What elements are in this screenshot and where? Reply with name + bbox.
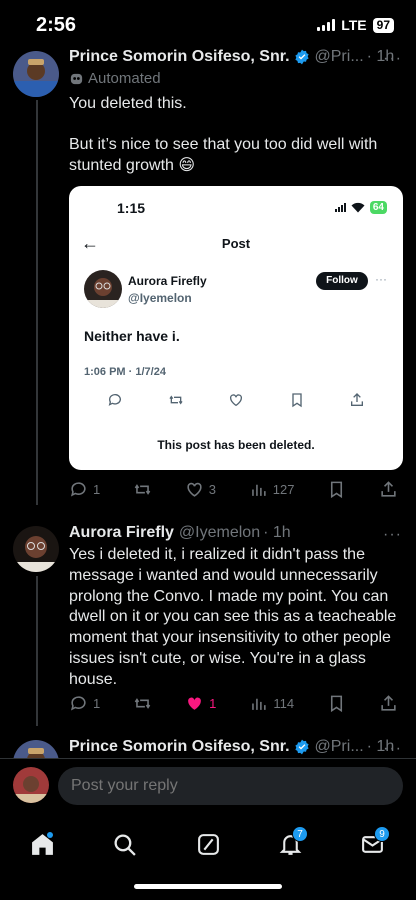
tweet-actions: 1 3 127 bbox=[69, 480, 398, 499]
tweet-header: Aurora Firefly @Iyemelon · 1h bbox=[69, 524, 406, 542]
repost-icon bbox=[134, 698, 151, 709]
embedded-post-text: Neither have i. bbox=[84, 328, 180, 344]
heart-icon bbox=[187, 482, 202, 497]
embedded-repost-icon bbox=[168, 395, 183, 405]
reply-count: 1 bbox=[93, 696, 101, 711]
embedded-signal-icon bbox=[334, 203, 346, 212]
search-icon bbox=[114, 834, 136, 856]
more-options-icon[interactable]: ··· bbox=[383, 50, 402, 68]
share-button[interactable] bbox=[379, 694, 398, 713]
tweet-text-line2: But it’s nice to see that you too did we… bbox=[69, 136, 378, 174]
home-indicator bbox=[134, 884, 282, 889]
reply-count: 1 bbox=[93, 482, 101, 497]
like-button[interactable]: 3 bbox=[185, 480, 216, 499]
embedded-share-icon bbox=[351, 393, 363, 406]
verified-icon bbox=[294, 739, 309, 755]
like-count: 1 bbox=[209, 696, 217, 711]
bookmark-icon bbox=[330, 695, 343, 713]
view-count: 114 bbox=[273, 696, 295, 711]
thread-line bbox=[36, 100, 38, 505]
nav-notifications[interactable]: 7 bbox=[270, 824, 310, 864]
tweet-actions: 1 1 114 bbox=[69, 694, 398, 713]
tweet-text-line1: You deleted this. bbox=[69, 95, 187, 112]
author-name[interactable]: Prince Somorin Osifeso, Snr. bbox=[69, 48, 290, 66]
embedded-author-handle: @Iyemelon bbox=[128, 291, 192, 305]
embedded-more-icon: ··· bbox=[375, 272, 387, 286]
embedded-battery-icon: 64 bbox=[369, 201, 387, 214]
author-handle[interactable]: @Pri... bbox=[315, 738, 364, 756]
avatar[interactable] bbox=[13, 51, 59, 97]
bookmark-icon bbox=[331, 481, 343, 499]
embedded-actions bbox=[107, 392, 365, 408]
repost-button[interactable] bbox=[133, 480, 152, 499]
thread-line bbox=[36, 576, 38, 726]
embedded-avatar bbox=[84, 270, 122, 308]
nav-home[interactable] bbox=[22, 824, 62, 864]
messages-badge: 9 bbox=[374, 826, 390, 842]
tweet-text: Yes i deleted it, i realized it didn't p… bbox=[69, 546, 397, 688]
embedded-author-name: Aurora Firefly bbox=[128, 274, 207, 288]
reply-bar bbox=[0, 758, 416, 812]
share-icon bbox=[381, 481, 396, 497]
nav-messages[interactable]: 9 bbox=[352, 824, 392, 864]
like-count: 3 bbox=[208, 482, 216, 497]
automated-text: Automated bbox=[88, 70, 161, 87]
home-unread-dot bbox=[47, 832, 53, 838]
views-icon bbox=[251, 484, 266, 496]
tweet-prince-next[interactable]: Prince Somorin Osifeso, Snr. @Pri... · 1… bbox=[0, 730, 416, 758]
embedded-title: Post bbox=[221, 236, 251, 251]
my-avatar bbox=[13, 767, 49, 803]
bookmark-button[interactable] bbox=[327, 480, 346, 499]
reply-icon bbox=[70, 482, 86, 497]
tweet-header: Prince Somorin Osifeso, Snr. @Pri... · 1… bbox=[69, 738, 406, 756]
embedded-reply-icon bbox=[108, 394, 121, 406]
post-time: · 1h bbox=[263, 524, 291, 541]
author-name[interactable]: Prince Somorin Osifeso, Snr. bbox=[69, 738, 290, 756]
verified-icon bbox=[294, 49, 309, 65]
embedded-follow-button: Follow bbox=[316, 272, 368, 290]
avatar[interactable] bbox=[13, 526, 59, 572]
like-button[interactable]: 1 bbox=[185, 694, 216, 713]
reply-icon bbox=[70, 696, 86, 711]
embedded-wifi-icon bbox=[351, 202, 365, 213]
author-handle[interactable]: @Iyemelon bbox=[179, 524, 260, 542]
automated-label: Automated bbox=[69, 70, 161, 87]
more-options-icon[interactable]: ··· bbox=[383, 526, 402, 544]
tweet-aurora[interactable]: Aurora Firefly @Iyemelon · 1h ··· Yes i … bbox=[0, 520, 416, 730]
grok-icon bbox=[197, 833, 219, 855]
embedded-like-icon bbox=[230, 394, 242, 407]
author-name[interactable]: Aurora Firefly bbox=[69, 524, 174, 542]
avatar[interactable] bbox=[13, 740, 59, 758]
reply-button[interactable]: 1 bbox=[69, 480, 100, 499]
repost-button[interactable] bbox=[133, 694, 152, 713]
tweet-prince[interactable]: Prince Somorin Osifeso, Snr. @Pri... · 1… bbox=[0, 0, 416, 520]
nav-grok[interactable] bbox=[188, 824, 228, 864]
embedded-post-date: 1:06 PM · 1/7/24 bbox=[84, 366, 166, 378]
embedded-status-indicators: 64 bbox=[334, 201, 387, 214]
reply-input[interactable] bbox=[58, 767, 403, 805]
tweet-header: Prince Somorin Osifeso, Snr. @Pri... · 1… bbox=[69, 48, 406, 66]
share-button[interactable] bbox=[379, 480, 398, 499]
bookmark-button[interactable] bbox=[327, 694, 346, 713]
embedded-status-time: 1:15 bbox=[117, 200, 146, 216]
nav-search[interactable] bbox=[104, 824, 144, 864]
views-button[interactable]: 114 bbox=[249, 694, 294, 713]
embedded-bookmark-icon bbox=[291, 393, 302, 408]
views-icon bbox=[252, 698, 266, 710]
robot-icon bbox=[70, 73, 83, 85]
views-button[interactable]: 127 bbox=[249, 480, 295, 499]
deleted-notice: This post has been deleted. bbox=[157, 438, 315, 452]
heart-filled-icon bbox=[188, 697, 201, 710]
repost-icon bbox=[134, 484, 151, 495]
reply-button[interactable]: 1 bbox=[69, 694, 100, 713]
author-handle[interactable]: @Pri... bbox=[315, 48, 364, 66]
view-count: 127 bbox=[272, 482, 295, 497]
more-options-icon[interactable]: ··· bbox=[383, 740, 402, 758]
share-icon bbox=[381, 695, 396, 711]
notifications-badge: 7 bbox=[292, 826, 308, 842]
embedded-screenshot[interactable]: 1:15 64 ← Post Aurora Firefly @Iyemelon … bbox=[69, 186, 403, 470]
